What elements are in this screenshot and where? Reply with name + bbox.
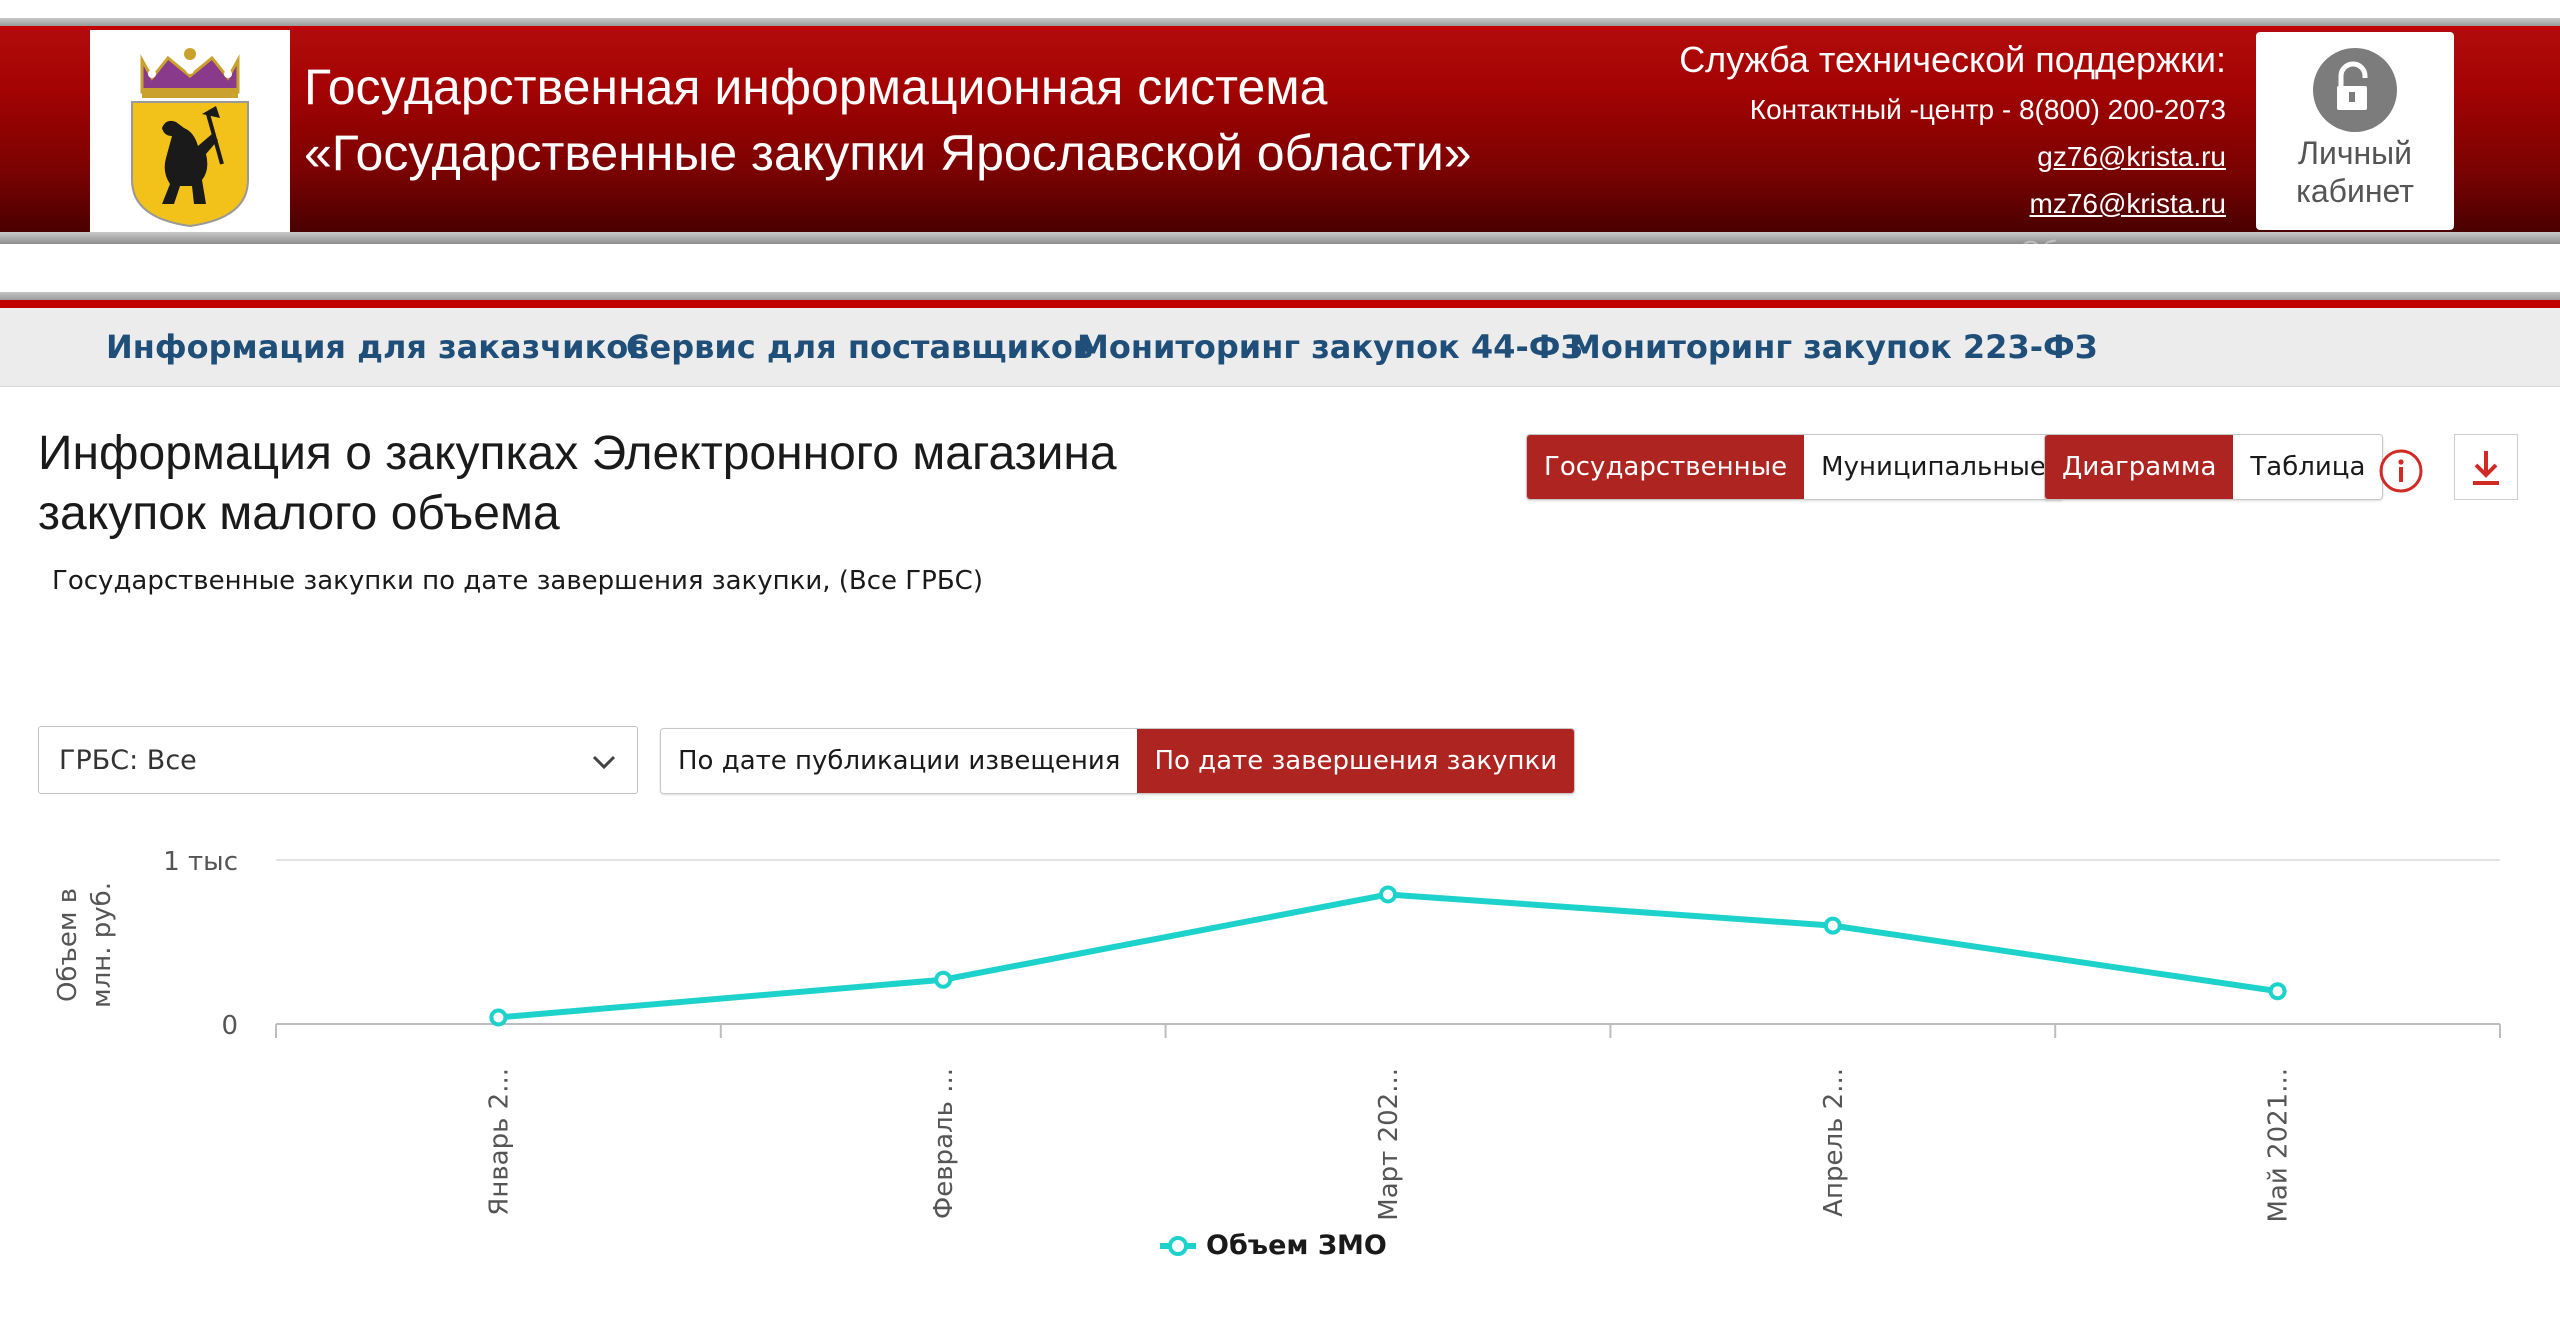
yaroslavl-coat-of-arms-icon: [131, 48, 249, 228]
site-logo[interactable]: [90, 30, 290, 232]
chevron-down-icon: [592, 755, 616, 770]
toggle-by-completion-date[interactable]: По дате завершения закупки: [1137, 729, 1575, 793]
data-point: [2268, 982, 2287, 1001]
page-title-line2: закупок малого объема: [38, 487, 560, 540]
toggle-diagram[interactable]: Диаграмма: [2045, 435, 2234, 499]
header-top-stripe: [0, 0, 2560, 30]
cabinet-label-line2: кабинет: [2296, 173, 2414, 209]
series-line: [498, 891, 2279, 1021]
support-email-gz76[interactable]: gz76@krista.ru: [2037, 141, 2226, 172]
page-subtitle: Государственные закупки по дате завершен…: [52, 566, 983, 596]
personal-cabinet-button[interactable]: Личный кабинет: [2256, 32, 2454, 230]
view-toggle: Диаграмма Таблица: [2044, 434, 2384, 500]
legend-marker-icon: [1160, 1235, 1196, 1256]
support-contact: Контактный -центр - 8(800) 200-2073: [1749, 94, 2226, 125]
support-block: Служба технической поддержки: Контактный…: [1679, 34, 2226, 274]
data-point: [1379, 885, 1397, 904]
toggle-municipal[interactable]: Муниципальные: [1804, 435, 2063, 499]
x-tick-label: Апрель 2...: [1819, 1068, 1849, 1217]
page-title: Информация о закупках Электронного магаз…: [38, 424, 1238, 544]
data-point: [489, 1008, 508, 1027]
page-title-line1: Информация о закупках Электронного магаз…: [38, 427, 1117, 480]
grbs-select[interactable]: ГРБС: Все: [38, 726, 638, 794]
support-title: Служба технической поддержки:: [1679, 39, 2226, 80]
y-tick-label: 0: [221, 1011, 238, 1041]
x-tick-label: Март 202...: [1374, 1068, 1404, 1221]
system-title-line2: «Государственные закупки Ярославской обл…: [304, 125, 1472, 181]
system-title: Государственная информационная система «…: [304, 54, 1472, 186]
nav-item-monitoring-223fz[interactable]: Мониторинг закупок 223-ФЗ: [1569, 328, 2097, 366]
nav-top-stripe: [0, 292, 2560, 308]
nav-item-monitoring-44fz[interactable]: Мониторинг закупок 44-ФЗ: [1077, 328, 1583, 366]
support-email-mz76[interactable]: mz76@krista.ru: [2030, 188, 2226, 219]
toggle-table[interactable]: Таблица: [2233, 435, 2383, 499]
main-nav: Информация для заказчиков Сервис для пос…: [0, 308, 2560, 387]
line-chart: 0 1 тыс Объем в млн. руб. Январь 2... Февраль…: [53, 847, 2501, 1223]
x-tick-label: Январь 2...: [484, 1068, 514, 1216]
x-tick-label: Май 2021...: [2264, 1068, 2294, 1223]
toggle-state[interactable]: Государственные: [1527, 435, 1805, 499]
chart-legend[interactable]: Объем ЗМО: [1160, 1230, 1387, 1261]
personal-cabinet-label: Личный кабинет: [2256, 134, 2454, 210]
nav-item-customers-info[interactable]: Информация для заказчиков: [106, 328, 649, 366]
toggle-by-publication-date[interactable]: По дате публикации извещения: [661, 729, 1138, 793]
grbs-select-value: ГРБС: Все: [59, 745, 197, 776]
date-mode-toggle: По дате публикации извещения По дате зав…: [660, 728, 1576, 794]
x-tick-label: Февраль ...: [929, 1068, 959, 1219]
data-point: [934, 970, 953, 989]
download-icon: [2473, 451, 2499, 485]
y-tick-label: 1 тыс: [163, 847, 238, 877]
y-axis-label: Объем в: [53, 888, 83, 1002]
system-title-line1: Государственная информационная система: [304, 59, 1328, 115]
ownership-toggle: Государственные Муниципальные: [1526, 434, 2064, 500]
legend-label: Объем ЗМО: [1206, 1230, 1387, 1261]
cabinet-label-line1: Личный: [2297, 135, 2413, 171]
y-axis-label: млн. руб.: [87, 882, 117, 1008]
info-icon[interactable]: [2370, 440, 2432, 502]
nav-item-supplier-service[interactable]: Сервис для поставщиков: [626, 328, 1093, 366]
data-point: [1823, 916, 1842, 935]
header-gap: [0, 244, 2560, 292]
unlock-icon: [2313, 48, 2397, 132]
download-button[interactable]: [2454, 434, 2518, 500]
